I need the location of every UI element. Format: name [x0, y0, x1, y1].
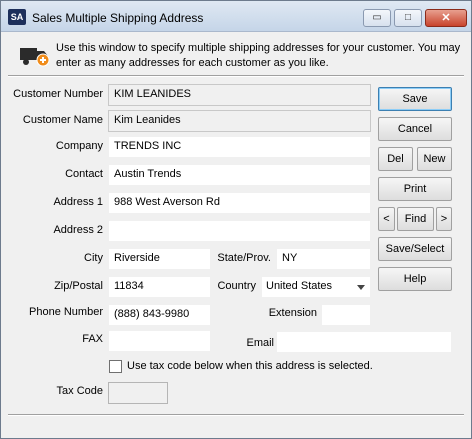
extension-input[interactable]	[321, 304, 371, 326]
find-button[interactable]: Find	[397, 207, 434, 231]
title-bar[interactable]: SA Sales Multiple Shipping Address ▭ □ ✕	[1, 1, 471, 32]
address2-label: Address 2	[53, 224, 103, 236]
customer-number-label: Customer Number	[13, 88, 103, 100]
info-text: Use this window to specify multiple ship…	[56, 42, 461, 69]
country-selected-value: United States	[266, 280, 333, 292]
email-input[interactable]	[276, 331, 452, 353]
window-title: Sales Multiple Shipping Address	[32, 11, 204, 25]
contact-label: Contact	[65, 168, 103, 180]
phone-label: Phone Number	[29, 306, 103, 318]
state-input[interactable]: NY	[276, 248, 371, 270]
extension-label: Extension	[268, 307, 317, 319]
customer-name-label: Customer Name	[22, 114, 103, 126]
previous-button[interactable]: <	[378, 207, 395, 231]
new-button[interactable]: New	[417, 147, 452, 171]
bottom-separator	[8, 414, 464, 416]
country-select[interactable]: United States	[261, 276, 371, 298]
shipping-address-window: SA Sales Multiple Shipping Address ▭ □ ✕…	[0, 0, 472, 439]
save-button[interactable]: Save	[378, 87, 452, 111]
maximize-button[interactable]: □	[394, 9, 422, 27]
next-button[interactable]: >	[436, 207, 452, 231]
tax-code-label: Tax Code	[56, 385, 103, 397]
app-icon: SA	[8, 9, 26, 25]
customer-name-field: Kim Leanides	[108, 110, 371, 132]
address1-input[interactable]: 988 West Averson Rd	[108, 192, 371, 214]
use-tax-code-checkbox[interactable]	[109, 360, 122, 373]
customer-number-field: KIM LEANIDES	[108, 84, 371, 106]
tax-code-input[interactable]	[108, 382, 168, 404]
truck-add-icon	[20, 48, 50, 67]
state-label: State/Prov.	[217, 252, 271, 264]
cancel-button[interactable]: Cancel	[378, 117, 452, 141]
print-button[interactable]: Print	[378, 177, 452, 201]
contact-input[interactable]: Austin Trends	[108, 164, 371, 186]
top-separator	[8, 75, 464, 77]
country-label: Country	[217, 280, 256, 292]
city-label: City	[84, 252, 103, 264]
help-button[interactable]: Help	[378, 267, 452, 291]
delete-button[interactable]: Del	[378, 147, 413, 171]
close-button[interactable]: ✕	[425, 9, 467, 27]
fax-label: FAX	[82, 333, 103, 345]
company-input[interactable]: TRENDS INC	[108, 136, 371, 158]
company-label: Company	[55, 140, 103, 152]
minimize-button[interactable]: ▭	[363, 9, 391, 27]
save-select-button[interactable]: Save/Select	[378, 237, 452, 261]
address1-label: Address 1	[53, 196, 103, 208]
email-label: Email	[246, 337, 274, 349]
chevron-down-icon	[357, 285, 365, 290]
city-input[interactable]: Riverside	[108, 248, 211, 270]
phone-input[interactable]: (888) 843-9980	[108, 304, 211, 326]
zip-label: Zip/Postal	[54, 280, 103, 292]
address2-input[interactable]	[108, 220, 371, 242]
use-tax-code-label: Use tax code below when this address is …	[127, 360, 373, 372]
fax-input[interactable]	[108, 330, 211, 352]
zip-input[interactable]: 11834	[108, 276, 211, 298]
